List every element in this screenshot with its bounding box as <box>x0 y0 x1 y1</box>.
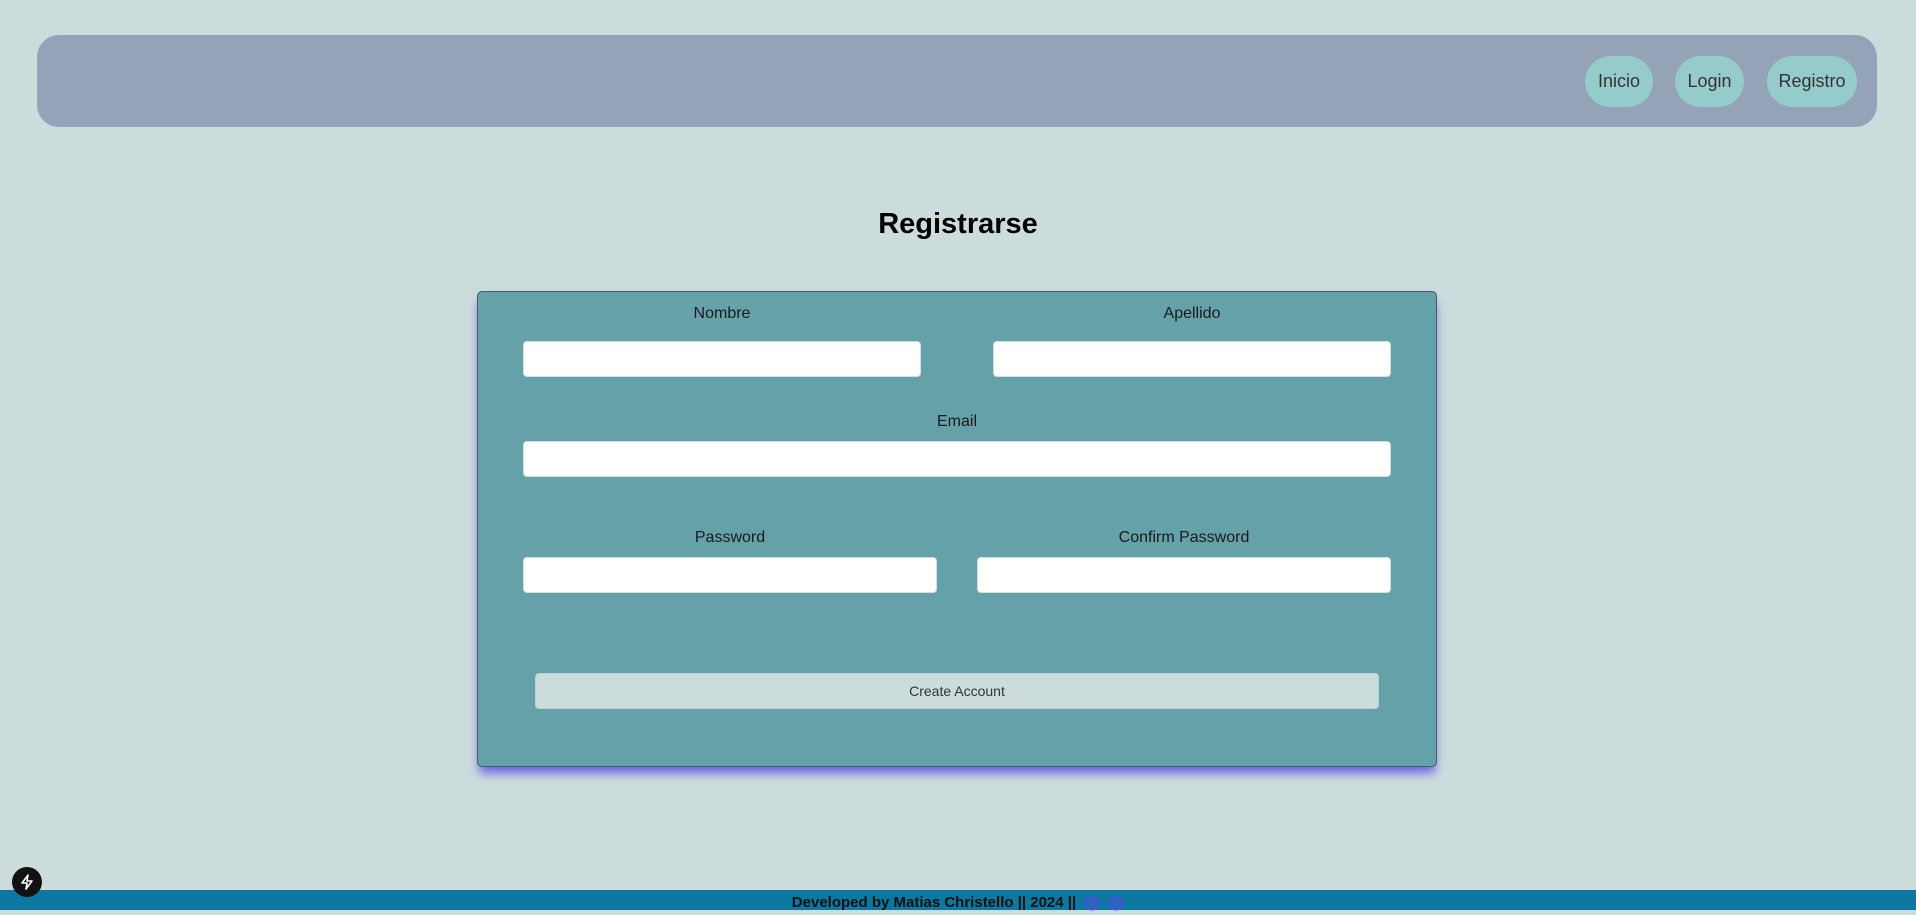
last-name-input[interactable] <box>993 341 1391 377</box>
register-form: Nombre Apellido Email Password Confirm P… <box>477 291 1437 767</box>
nav-link-inicio[interactable]: Inicio <box>1585 56 1653 107</box>
email-input[interactable] <box>523 441 1391 477</box>
first-name-label: Nombre <box>693 305 751 322</box>
footer: Developed by Matias Christello || 2024 |… <box>0 890 1916 911</box>
nav-link-login[interactable]: Login <box>1675 56 1744 107</box>
nav-link-registro[interactable]: Registro <box>1767 56 1857 107</box>
create-account-button[interactable]: Create Account <box>535 673 1379 709</box>
email-label: Email <box>936 413 977 430</box>
confirm-password-input[interactable] <box>977 557 1391 593</box>
password-label: Password <box>694 529 766 546</box>
top-navbar: Inicio Login Registro <box>37 35 1877 127</box>
footer-credit-text: Developed by Matias Christello || 2024 |… <box>791 894 1077 911</box>
password-input[interactable] <box>523 557 937 593</box>
page-title: Registrarse <box>878 208 1038 240</box>
first-name-input[interactable] <box>523 341 921 377</box>
confirm-password-label: Confirm Password <box>1118 529 1250 546</box>
github-icon[interactable] <box>1084 895 1100 911</box>
last-name-label: Apellido <box>1163 305 1221 322</box>
dev-tools-bolt-icon[interactable] <box>12 867 42 897</box>
linkedin-icon[interactable] <box>1108 895 1124 911</box>
